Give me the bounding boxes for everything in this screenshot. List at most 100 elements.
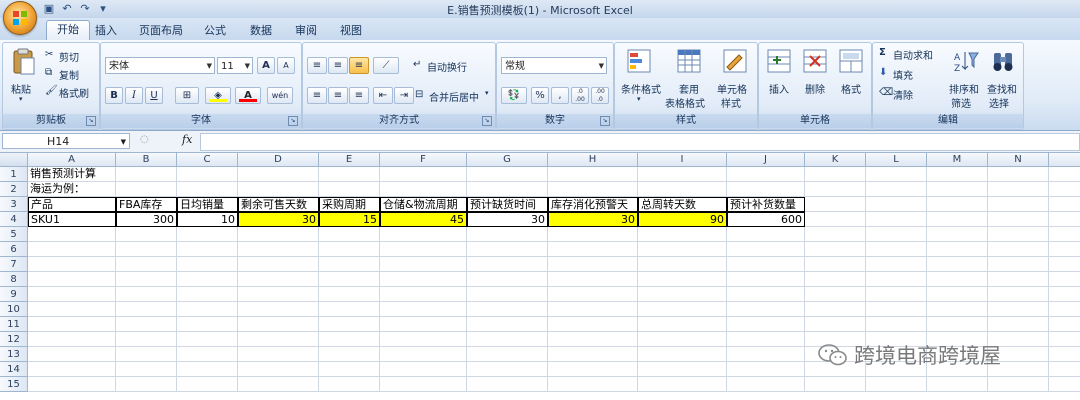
- cell-c6[interactable]: [177, 242, 238, 257]
- cell-c8[interactable]: [177, 272, 238, 287]
- cell-i14[interactable]: [638, 362, 727, 377]
- cell-o11[interactable]: [1049, 317, 1080, 332]
- cell-m5[interactable]: [927, 227, 988, 242]
- office-button[interactable]: [3, 1, 37, 35]
- cell-e12[interactable]: [319, 332, 380, 347]
- cell-c13[interactable]: [177, 347, 238, 362]
- cell-f14[interactable]: [380, 362, 467, 377]
- cell-c3[interactable]: 日均销量: [177, 197, 238, 212]
- increase-indent-button[interactable]: ⇥: [394, 87, 414, 104]
- format-cells-button[interactable]: 格式: [841, 81, 861, 96]
- font-color-button[interactable]: A: [235, 87, 261, 104]
- cell-i15[interactable]: [638, 377, 727, 392]
- chevron-down-icon[interactable]: ▾: [637, 95, 641, 103]
- cell-m2[interactable]: [927, 182, 988, 197]
- cell-e9[interactable]: [319, 287, 380, 302]
- fill-down-icon[interactable]: ⬇: [879, 67, 887, 78]
- cell-k11[interactable]: [805, 317, 866, 332]
- cell-k10[interactable]: [805, 302, 866, 317]
- conditional-format-icon[interactable]: [627, 49, 651, 73]
- column-header-o[interactable]: O: [1049, 153, 1080, 167]
- cell-n15[interactable]: [988, 377, 1049, 392]
- cell-k5[interactable]: [805, 227, 866, 242]
- cell-a2[interactable]: 海运为例：: [28, 182, 116, 197]
- cell-b2[interactable]: [116, 182, 177, 197]
- cell-k3[interactable]: [805, 197, 866, 212]
- insert-cells-icon[interactable]: [767, 49, 791, 73]
- cell-o3[interactable]: [1049, 197, 1080, 212]
- cell-i2[interactable]: [638, 182, 727, 197]
- sort-filter-label-1[interactable]: 排序和: [949, 81, 979, 96]
- formula-input[interactable]: [200, 133, 1080, 151]
- cell-o4[interactable]: [1049, 212, 1080, 227]
- cell-d1[interactable]: [238, 167, 319, 182]
- cell-b12[interactable]: [116, 332, 177, 347]
- align-bottom-button[interactable]: ≡: [349, 57, 369, 74]
- cell-o15[interactable]: [1049, 377, 1080, 392]
- cell-n4[interactable]: [988, 212, 1049, 227]
- cell-e14[interactable]: [319, 362, 380, 377]
- decrease-decimal-button[interactable]: .00 .0: [591, 87, 609, 104]
- row-header-5[interactable]: 5: [0, 227, 28, 242]
- expand-icon[interactable]: ◌: [140, 134, 149, 145]
- cell-j3[interactable]: 预计补货数量: [727, 197, 805, 212]
- cell-h11[interactable]: [548, 317, 638, 332]
- column-header-m[interactable]: M: [927, 153, 988, 167]
- cell-c5[interactable]: [177, 227, 238, 242]
- cell-o5[interactable]: [1049, 227, 1080, 242]
- cell-j2[interactable]: [727, 182, 805, 197]
- fill-color-button[interactable]: ◈: [205, 87, 231, 104]
- cell-l2[interactable]: [866, 182, 927, 197]
- cell-f5[interactable]: [380, 227, 467, 242]
- cell-f9[interactable]: [380, 287, 467, 302]
- cell-c15[interactable]: [177, 377, 238, 392]
- cell-h12[interactable]: [548, 332, 638, 347]
- cell-b14[interactable]: [116, 362, 177, 377]
- shrink-font-button[interactable]: A: [277, 57, 295, 74]
- cell-a4[interactable]: SKU1: [28, 212, 116, 227]
- tab-formulas[interactable]: 公式: [202, 22, 228, 40]
- cell-m6[interactable]: [927, 242, 988, 257]
- cell-h1[interactable]: [548, 167, 638, 182]
- cell-d12[interactable]: [238, 332, 319, 347]
- cell-h15[interactable]: [548, 377, 638, 392]
- tab-view[interactable]: 视图: [338, 22, 364, 40]
- find-select-label-1[interactable]: 查找和: [987, 81, 1017, 96]
- cell-l4[interactable]: [866, 212, 927, 227]
- cell-f3[interactable]: 仓储&物流周期: [380, 197, 467, 212]
- dialog-launcher-icon[interactable]: ↘: [86, 116, 96, 126]
- cell-m10[interactable]: [927, 302, 988, 317]
- cell-g14[interactable]: [467, 362, 548, 377]
- cell-d11[interactable]: [238, 317, 319, 332]
- name-box[interactable]: H14 ▼: [2, 133, 130, 149]
- cell-d4[interactable]: 30: [238, 212, 319, 227]
- cell-a6[interactable]: [28, 242, 116, 257]
- cell-j11[interactable]: [727, 317, 805, 332]
- cell-e7[interactable]: [319, 257, 380, 272]
- cell-d5[interactable]: [238, 227, 319, 242]
- cell-d6[interactable]: [238, 242, 319, 257]
- tab-insert[interactable]: 插入: [92, 22, 120, 40]
- cell-b10[interactable]: [116, 302, 177, 317]
- cell-c10[interactable]: [177, 302, 238, 317]
- cell-j6[interactable]: [727, 242, 805, 257]
- cell-m1[interactable]: [927, 167, 988, 182]
- cell-n10[interactable]: [988, 302, 1049, 317]
- column-header-k[interactable]: K: [805, 153, 866, 167]
- orientation-button[interactable]: ⟋: [373, 57, 399, 74]
- cell-g2[interactable]: [467, 182, 548, 197]
- cell-f6[interactable]: [380, 242, 467, 257]
- cell-g7[interactable]: [467, 257, 548, 272]
- cell-o14[interactable]: [1049, 362, 1080, 377]
- row-header-12[interactable]: 12: [0, 332, 28, 347]
- cell-o9[interactable]: [1049, 287, 1080, 302]
- row-header-7[interactable]: 7: [0, 257, 28, 272]
- cell-styles-label-2[interactable]: 样式: [721, 95, 741, 110]
- bold-button[interactable]: B: [105, 87, 123, 104]
- cell-c14[interactable]: [177, 362, 238, 377]
- sort-filter-label-2[interactable]: 筛选: [951, 95, 971, 110]
- fill-button[interactable]: 填充: [893, 67, 913, 82]
- cell-m3[interactable]: [927, 197, 988, 212]
- cell-h14[interactable]: [548, 362, 638, 377]
- column-header-a[interactable]: A: [28, 153, 116, 167]
